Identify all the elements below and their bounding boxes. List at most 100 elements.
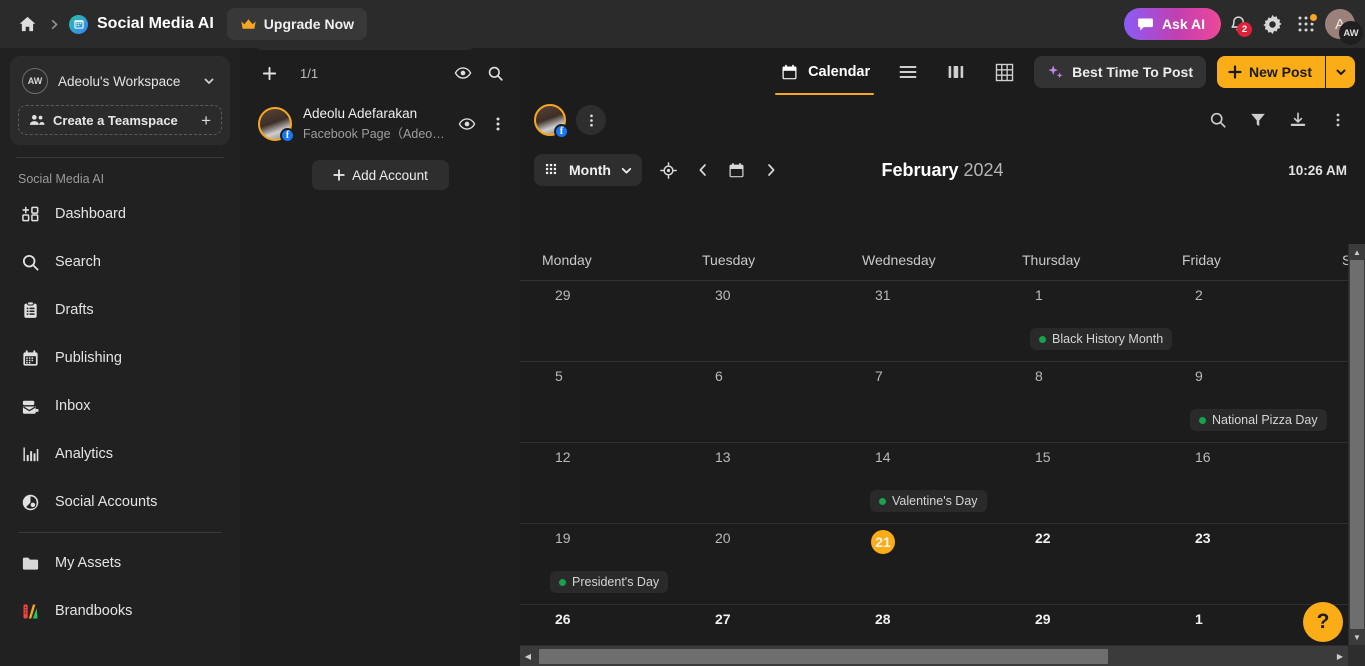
calendar-day-cell[interactable]: 13 [702, 443, 862, 523]
calendar-next-icon[interactable] [754, 154, 788, 186]
sidebar-item-label: My Assets [55, 555, 122, 571]
calendar-day-cell[interactable]: 29 [542, 281, 702, 361]
scroll-down-arrow-icon[interactable]: ▼ [1349, 629, 1365, 645]
home-icon[interactable] [14, 15, 40, 34]
upgrade-now-button[interactable]: Upgrade Now [226, 8, 368, 40]
workspace-selector[interactable]: AW Adeolu's Workspace [18, 64, 222, 98]
create-teamspace-button[interactable]: Create a Teamspace + [18, 105, 222, 135]
best-time-label: Best Time To Post [1072, 64, 1193, 80]
calendar-event[interactable]: National Pizza Day [1190, 409, 1327, 431]
help-button[interactable]: ? [1303, 602, 1343, 642]
tab-kanban-view[interactable] [932, 49, 980, 95]
account-more-vertical-icon[interactable] [488, 116, 508, 132]
sidebar-item-dashboard[interactable]: Dashboard [8, 190, 232, 238]
sidebar-item-search[interactable]: Search [8, 238, 232, 286]
vertical-scroll-thumb[interactable] [1350, 260, 1364, 629]
calendar-day-cell[interactable]: 12 [542, 443, 702, 523]
calendar-day-cell[interactable]: 19 President's Day [542, 524, 702, 604]
sidebar-item-brandbooks[interactable]: Brandbooks [8, 587, 232, 635]
calendar-day-cell[interactable]: 22 [1022, 524, 1182, 604]
accounts-count: 1/1 [300, 65, 319, 81]
dashboard-icon [20, 204, 40, 224]
calendar-horizontal-scrollbar[interactable]: ◀ ▶ [520, 645, 1348, 666]
calendar-event[interactable]: Black History Month [1030, 328, 1173, 350]
scroll-left-arrow-icon[interactable]: ◀ [520, 652, 536, 661]
calendar-day-cell[interactable]: 21 [862, 524, 1022, 604]
search-icon [20, 252, 40, 272]
chevron-down-icon [620, 164, 633, 177]
calendar-day-cell[interactable]: 30 [702, 281, 862, 361]
best-time-to-post-button[interactable]: Best Time To Post [1034, 56, 1206, 88]
account-visibility-eye-icon[interactable] [457, 115, 477, 133]
visibility-eye-icon[interactable] [452, 62, 474, 84]
calendar-account-avatar[interactable]: f [534, 104, 569, 139]
calendar-day-number: 20 [715, 530, 731, 546]
calendar-datepicker-icon[interactable] [720, 154, 754, 186]
add-icon[interactable] [258, 62, 280, 84]
calendar-view-label: Month [569, 162, 611, 178]
scrollbar-corner [1348, 645, 1365, 666]
tab-calendar[interactable]: Calendar [765, 49, 884, 95]
sidebar-item-social-accounts[interactable]: Social Accounts [8, 478, 232, 526]
calendar-weekday: Tuesday [702, 252, 756, 268]
calendar-today-target-icon[interactable] [652, 154, 686, 186]
calendar-prev-icon[interactable] [686, 154, 720, 186]
calendar-download-icon[interactable] [1283, 105, 1313, 135]
calendar-day-cell[interactable]: 1 Black History Month [1022, 281, 1182, 361]
workspace-name: Adeolu's Workspace [58, 73, 181, 89]
apps-grid-icon[interactable] [1289, 7, 1323, 41]
calendar-search-icon[interactable] [1203, 105, 1233, 135]
calendar-account-more-icon[interactable] [576, 105, 606, 135]
calendar-day-cell[interactable]: 16 [1182, 443, 1342, 523]
sidebar-item-analytics[interactable]: Analytics [8, 430, 232, 478]
calendar-day-cell[interactable]: 15 [1022, 443, 1182, 523]
sidebar-item-my-assets[interactable]: My Assets [8, 539, 232, 587]
breadcrumb-chevron-icon [40, 19, 69, 30]
calendar-month: February [881, 159, 959, 180]
avatar[interactable]: A AW [1325, 9, 1363, 45]
top-bar: Social Media AI Upgrade Now Ask AI 2 A A… [0, 0, 1365, 48]
search-icon[interactable] [484, 62, 506, 84]
calendar-day-cell[interactable]: 2 [1182, 281, 1342, 361]
add-account-button[interactable]: Add Account [311, 160, 449, 190]
scroll-up-arrow-icon[interactable]: ▲ [1349, 244, 1365, 260]
settings-gear-icon[interactable] [1255, 7, 1289, 41]
notifications-bell-icon[interactable]: 2 [1221, 7, 1255, 41]
scroll-right-arrow-icon[interactable]: ▶ [1332, 652, 1348, 661]
calendar-day-number: 26 [555, 611, 571, 627]
calendar-day-cell[interactable]: 8 [1022, 362, 1182, 442]
calendar-more-vertical-icon[interactable] [1323, 105, 1353, 135]
sidebar-item-drafts[interactable]: Drafts [8, 286, 232, 334]
calendar-account-row: f [520, 96, 1365, 144]
calendar-day-cell[interactable]: 5 [542, 362, 702, 442]
grid-dots-icon [545, 163, 560, 178]
account-list-item[interactable]: f Adeolu Adefarakan Facebook Page（Adeolu… [240, 96, 520, 152]
teamspace-label: Create a Teamspace [53, 112, 178, 128]
sidebar-item-inbox[interactable]: Inbox [8, 382, 232, 430]
horizontal-scroll-thumb[interactable] [539, 648, 1109, 664]
calendar-day-cell[interactable]: 7 [862, 362, 1022, 442]
upgrade-label: Upgrade Now [263, 16, 355, 32]
tab-list-view[interactable] [884, 49, 932, 95]
calendar-day-cell[interactable]: 6 [702, 362, 862, 442]
new-post-button[interactable]: New Post [1216, 56, 1325, 88]
new-post-dropdown-chevron-icon[interactable] [1325, 56, 1355, 88]
calendar-event[interactable]: Valentine's Day [870, 490, 987, 512]
calendar-vertical-scrollbar[interactable]: ▲ ▼ [1348, 244, 1365, 645]
grid-view-icon [994, 62, 1014, 82]
calendar-day-cell[interactable]: 9 National Pizza Day [1182, 362, 1342, 442]
ask-ai-button[interactable]: Ask AI [1123, 8, 1221, 40]
calendar-filter-icon[interactable] [1243, 105, 1273, 135]
calendar-day-cell[interactable]: 14 Valentine's Day [862, 443, 1022, 523]
sidebar-item-label: Brandbooks [55, 603, 133, 619]
calendar-view-selector[interactable]: Month [534, 154, 642, 186]
calendar-day-cell[interactable]: 20 [702, 524, 862, 604]
calendar-day-cell[interactable]: 31 [862, 281, 1022, 361]
sidebar-item-publishing[interactable]: Publishing [8, 334, 232, 382]
tab-grid-view[interactable] [980, 49, 1028, 95]
calendar-event[interactable]: President's Day [550, 571, 669, 593]
calendar-day-cell[interactable]: 23 [1182, 524, 1342, 604]
calendar-day-number: 16 [1195, 449, 1211, 465]
horizontal-scroll-track[interactable] [536, 648, 1332, 665]
analytics-icon [20, 444, 40, 464]
